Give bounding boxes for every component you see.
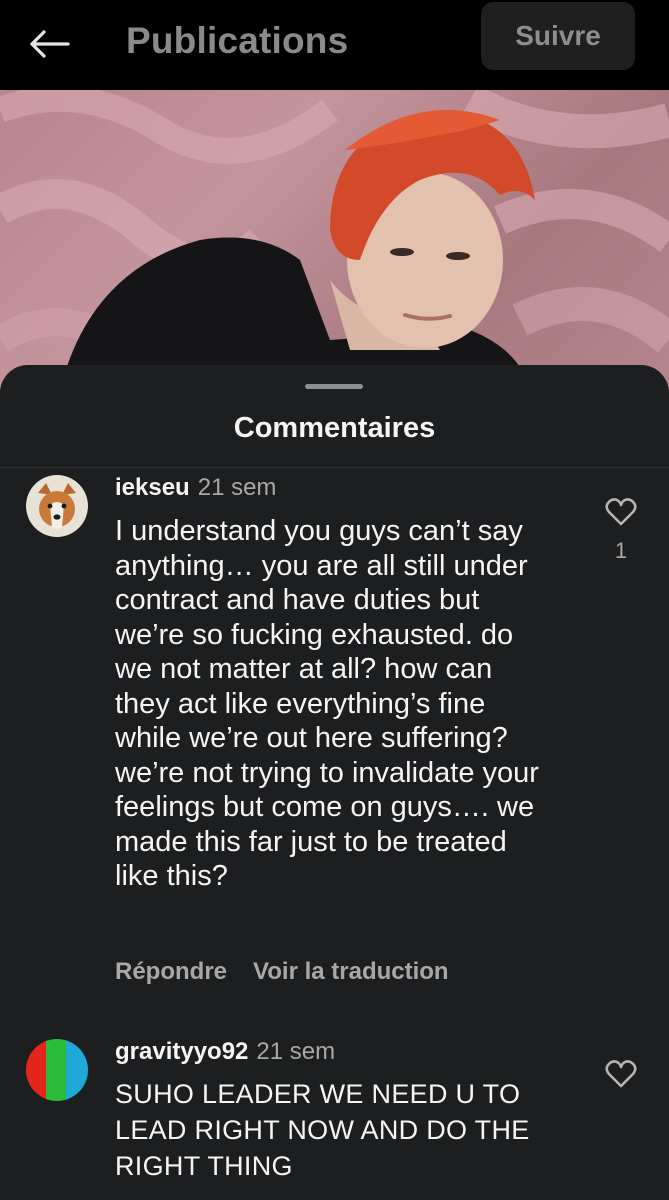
sheet-divider	[0, 467, 669, 468]
top-bar: Publications Suivre	[0, 0, 669, 90]
avatar[interactable]	[26, 1039, 88, 1101]
like-button[interactable]	[604, 497, 638, 527]
back-button[interactable]	[26, 24, 72, 64]
follow-button[interactable]: Suivre	[481, 2, 635, 70]
sheet-drag-handle[interactable]	[305, 384, 363, 389]
dog-avatar-icon	[26, 475, 88, 537]
post-photo[interactable]	[0, 90, 669, 390]
see-translation-button[interactable]: Voir la traduction	[253, 958, 449, 985]
comment-meta: gravityyo92 21 sem	[115, 1038, 335, 1066]
comment-text: I understand you guys can’t say anything…	[115, 515, 539, 892]
avatar[interactable]	[26, 475, 88, 537]
heart-outline-icon	[605, 1060, 637, 1088]
like-count: 1	[614, 538, 628, 563]
reply-button[interactable]: Répondre	[115, 958, 227, 985]
comments-sheet: Commentaires iekseu 21 sem I understand …	[0, 365, 669, 1200]
tricolor-avatar-icon	[26, 1039, 88, 1101]
heart-outline-icon	[605, 498, 637, 526]
page-title: Publications	[126, 20, 349, 61]
comment-timestamp: 21 sem	[256, 1038, 336, 1065]
arrow-left-icon	[30, 30, 70, 58]
comment-username[interactable]: iekseu	[115, 474, 190, 501]
comment-actions: Répondre Voir la traduction	[115, 958, 449, 986]
comment-username[interactable]: gravityyo92	[115, 1038, 248, 1065]
comment-meta: iekseu 21 sem	[115, 474, 276, 502]
comment-timestamp: 21 sem	[197, 474, 277, 501]
comment-text: SUHO LEADER WE NEED U TO LEAD RIGHT NOW …	[115, 1079, 530, 1181]
like-button[interactable]	[604, 1059, 638, 1089]
comments-title: Commentaires	[233, 412, 436, 444]
post-comments-screen: Publications Suivre Commentaires iekseu …	[0, 0, 669, 1200]
post-photo-illustration	[0, 90, 669, 390]
